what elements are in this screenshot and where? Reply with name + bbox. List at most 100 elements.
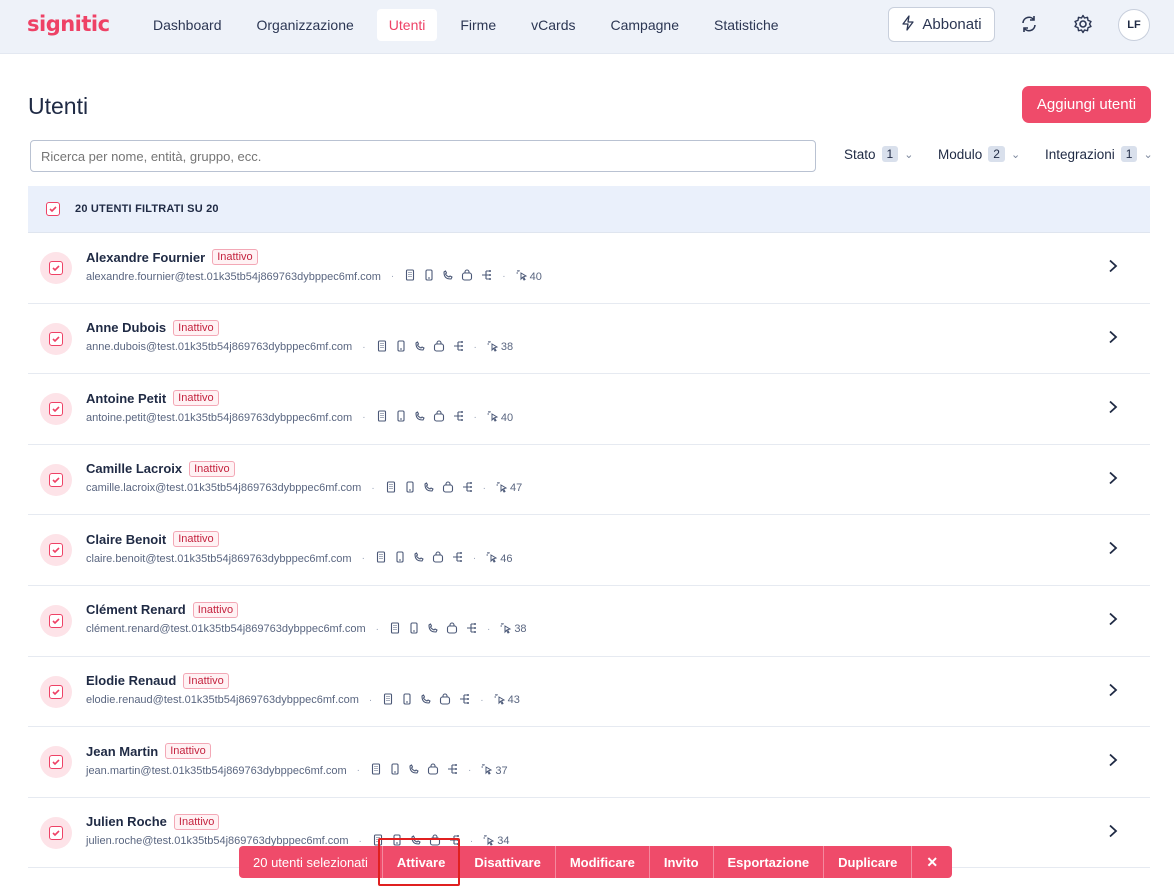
row-checkbox[interactable]	[49, 543, 63, 558]
filter-modulo[interactable]: Modulo 2 ⌄	[938, 146, 1020, 162]
duplicate-button[interactable]: Duplicare	[823, 846, 911, 878]
subscribe-button[interactable]: Abbonati	[888, 7, 995, 42]
click-count: 47	[496, 481, 522, 496]
click-icon	[487, 340, 499, 355]
user-name: Anne Dubois	[86, 320, 167, 336]
filtered-count-label: 20 UTENTI FILTRATI SU 20	[75, 203, 219, 215]
row-checkbox[interactable]	[49, 613, 63, 628]
chevron-right-icon[interactable]	[1107, 681, 1119, 702]
row-checkbox[interactable]	[49, 755, 63, 770]
row-checkbox-wrap[interactable]	[40, 604, 72, 637]
row-checkbox-wrap[interactable]	[40, 322, 72, 355]
module-icons	[389, 622, 477, 637]
nav-item-campagne[interactable]: Campagne	[599, 9, 692, 41]
add-users-button[interactable]: Aggiungi utenti	[1022, 86, 1151, 123]
chevron-right-icon[interactable]	[1107, 469, 1119, 490]
user-row[interactable]: Alexandre Fournier Inattivo alexandre.fo…	[28, 233, 1150, 304]
row-checkbox[interactable]	[49, 261, 63, 275]
edit-button[interactable]: Modificare	[554, 846, 649, 878]
row-checkbox[interactable]	[49, 684, 63, 699]
click-icon	[496, 481, 508, 496]
activate-button[interactable]: Attivare	[381, 846, 459, 878]
user-row[interactable]: Camille Lacroix Inattivo camille.lacroix…	[28, 444, 1150, 516]
user-name: Clément Renard	[86, 602, 186, 618]
user-row[interactable]: Claire Benoit Inattivo claire.benoit@tes…	[28, 515, 1150, 586]
org-chart-icon	[452, 340, 464, 355]
chevron-right-icon[interactable]	[1107, 328, 1119, 349]
phone-icon	[413, 551, 425, 566]
user-name: Camille Lacroix	[86, 461, 183, 477]
invite-button[interactable]: Invito	[648, 846, 713, 878]
chevron-right-icon[interactable]	[1107, 257, 1119, 278]
nav-item-vcards[interactable]: vCards	[519, 9, 587, 41]
nav-item-statistiche[interactable]: Statistiche	[702, 9, 791, 41]
user-row[interactable]: Antoine Petit Inattivo antoine.petit@tes…	[28, 374, 1150, 445]
row-checkbox-wrap[interactable]	[40, 463, 72, 496]
user-email: jean.martin@test.01k35tb54j869763dybppec…	[86, 764, 347, 777]
close-icon[interactable]: ✕	[911, 846, 952, 878]
click-count: 43	[494, 693, 520, 708]
mobile-icon	[423, 269, 435, 284]
org-chart-icon	[458, 693, 470, 708]
row-checkbox[interactable]	[49, 331, 63, 346]
user-name: Elodie Renaud	[86, 673, 177, 689]
row-checkbox[interactable]	[49, 825, 63, 840]
signitic-logo[interactable]: signitic	[27, 12, 110, 36]
nav-item-dashboard[interactable]: Dashboard	[141, 9, 234, 41]
export-button[interactable]: Esportazione	[712, 846, 824, 878]
status-badge: Inattivo	[212, 249, 258, 265]
gear-icon[interactable]	[1069, 10, 1097, 38]
status-badge: Inattivo	[192, 601, 239, 618]
row-checkbox-wrap[interactable]	[40, 816, 72, 849]
row-checkbox-wrap[interactable]	[40, 534, 72, 567]
mobile-icon	[408, 622, 420, 637]
nav-item-firme[interactable]: Firme	[448, 9, 508, 41]
chevron-right-icon[interactable]	[1107, 751, 1119, 772]
building-icon	[376, 410, 388, 425]
user-name-line: Jean Martin Inattivo	[86, 743, 211, 760]
mobile-icon	[389, 763, 401, 778]
user-name-line: Claire Benoit Inattivo	[86, 531, 219, 548]
user-name-line: Clément Renard Inattivo	[86, 601, 239, 618]
filter-integrazioni[interactable]: Integrazioni 1 ⌄	[1045, 146, 1153, 162]
nav-item-utenti[interactable]: Utenti	[376, 9, 438, 41]
chevron-right-icon[interactable]	[1107, 610, 1119, 631]
separator-dot: ·	[468, 765, 472, 777]
deactivate-button[interactable]: Disattivare	[459, 846, 554, 878]
user-row[interactable]: Elodie Renaud Inattivo elodie.renaud@tes…	[28, 656, 1150, 728]
user-row[interactable]: Jean Martin Inattivo jean.martin@test.01…	[28, 727, 1150, 798]
row-checkbox-wrap[interactable]	[40, 746, 72, 779]
nav-item-organizzazione[interactable]: Organizzazione	[245, 9, 366, 41]
search-input[interactable]	[30, 140, 816, 172]
click-icon	[494, 693, 506, 708]
row-checkbox[interactable]	[49, 402, 63, 417]
separator-dot: ·	[480, 694, 484, 706]
building-icon	[376, 340, 388, 355]
main-nav: Dashboard Organizzazione Utenti Firme vC…	[141, 9, 802, 41]
user-row[interactable]: Clément Renard Inattivo clément.renard@t…	[28, 585, 1150, 657]
mobile-icon	[394, 551, 406, 566]
bag-icon	[433, 410, 445, 425]
mobile-icon	[395, 410, 407, 425]
row-checkbox-wrap[interactable]	[40, 675, 72, 708]
module-icons	[382, 693, 470, 708]
filter-stato[interactable]: Stato 1 ⌄	[844, 146, 913, 162]
org-chart-icon	[446, 763, 458, 778]
user-meta: elodie.renaud@test.01k35tb54j869763dybpp…	[86, 693, 520, 708]
avatar[interactable]: LF	[1118, 9, 1150, 41]
chevron-right-icon[interactable]	[1107, 822, 1119, 843]
user-name: Claire Benoit	[86, 531, 167, 547]
chevron-right-icon[interactable]	[1107, 398, 1119, 419]
select-all-checkbox[interactable]	[46, 202, 60, 216]
click-count: 46	[486, 551, 513, 566]
user-meta: anne.dubois@test.01k35tb54j869763dybppec…	[86, 340, 513, 355]
row-checkbox-wrap[interactable]	[40, 393, 72, 426]
chevron-right-icon[interactable]	[1107, 539, 1119, 560]
row-checkbox[interactable]	[49, 472, 63, 487]
bulk-action-bar: 20 utenti selezionati Attivare Disattiva…	[239, 846, 953, 878]
user-row[interactable]: Anne Dubois Inattivo anne.dubois@test.01…	[28, 303, 1150, 375]
status-badge: Inattivo	[173, 531, 219, 548]
separator-dot: ·	[502, 271, 506, 282]
sync-icon[interactable]	[1015, 10, 1043, 38]
row-checkbox-wrap[interactable]	[40, 252, 72, 284]
